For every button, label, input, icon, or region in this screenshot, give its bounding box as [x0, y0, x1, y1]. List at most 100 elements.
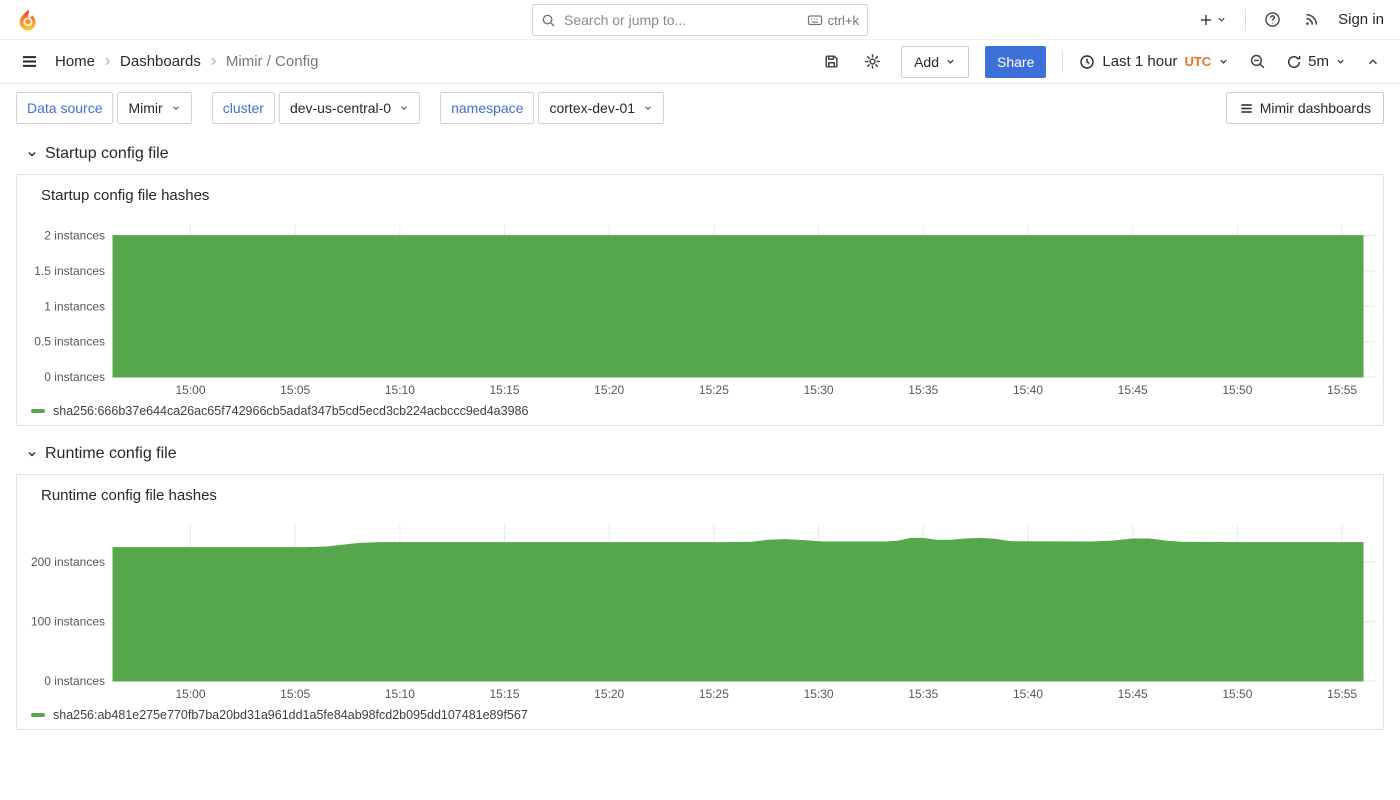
refresh-picker[interactable]: 5m	[1286, 53, 1346, 70]
datasource-value: Mimir	[128, 100, 162, 116]
keyboard-shortcut: ctrl+k	[807, 12, 859, 28]
variable-cluster: cluster dev-us-central-0	[212, 92, 420, 124]
svg-text:15:00: 15:00	[175, 383, 205, 397]
svg-text:0 instances: 0 instances	[44, 674, 105, 688]
variable-label: cluster	[212, 92, 275, 124]
cluster-select[interactable]: dev-us-central-0	[279, 92, 420, 124]
clock-icon	[1079, 54, 1095, 70]
dashboard-canvas: Startup config file Startup config file …	[0, 142, 1400, 730]
svg-text:15:20: 15:20	[594, 687, 624, 701]
save-icon[interactable]	[819, 49, 844, 74]
svg-text:15:55: 15:55	[1327, 383, 1357, 397]
svg-text:200 instances: 200 instances	[31, 555, 105, 569]
chevron-down-icon	[26, 448, 38, 460]
grafana-logo-icon[interactable]	[16, 8, 40, 32]
add-button[interactable]: Add	[901, 46, 969, 78]
svg-text:15:05: 15:05	[280, 383, 310, 397]
timeseries-chart[interactable]: 0 instances100 instances200 instances15:…	[17, 525, 1383, 705]
breadcrumb: Home Dashboards Mimir / Config	[55, 53, 318, 70]
add-button-label: Add	[914, 54, 939, 70]
row-title: Runtime config file	[45, 445, 177, 463]
chevron-down-icon	[171, 103, 181, 113]
svg-text:15:05: 15:05	[280, 687, 310, 701]
zoom-out-icon[interactable]	[1245, 49, 1270, 74]
chevron-down-icon	[1218, 56, 1229, 67]
svg-text:15:00: 15:00	[175, 687, 205, 701]
row-header-runtime-config[interactable]: Runtime config file	[16, 442, 1384, 466]
search-bar[interactable]: ctrl+k	[532, 4, 868, 36]
svg-text:15:25: 15:25	[699, 383, 729, 397]
top-nav: ctrl+k Sign in	[0, 0, 1400, 40]
svg-text:1.5 instances: 1.5 instances	[34, 264, 105, 278]
svg-text:15:10: 15:10	[385, 687, 415, 701]
divider	[1062, 51, 1063, 73]
panel-title[interactable]: Startup config file hashes	[17, 175, 1383, 211]
legend-item[interactable]: sha256:ab481e275e770fb7ba20bd31a961dd1a5…	[17, 705, 1383, 729]
variables-bar: Data source Mimir cluster dev-us-central…	[0, 84, 1400, 132]
shortcut-label: ctrl+k	[828, 13, 859, 28]
collapse-controls-button[interactable]	[1362, 51, 1384, 73]
svg-text:15:15: 15:15	[489, 383, 519, 397]
news-icon[interactable]	[1299, 7, 1324, 32]
chevron-down-icon	[26, 148, 38, 160]
time-range-label: Last 1 hour	[1102, 53, 1177, 70]
breadcrumb-home[interactable]: Home	[55, 53, 95, 70]
series-label: sha256:ab481e275e770fb7ba20bd31a961dd1a5…	[53, 708, 528, 722]
svg-text:15:20: 15:20	[594, 383, 624, 397]
row-title: Startup config file	[45, 145, 169, 163]
svg-text:0 instances: 0 instances	[44, 370, 105, 384]
chevron-down-icon	[945, 56, 956, 67]
dashboard-toolbar: Home Dashboards Mimir / Config Add Share	[0, 40, 1400, 84]
time-range-picker[interactable]: Last 1 hour UTC	[1079, 53, 1229, 70]
legend-item[interactable]: sha256:666b37e644ca26ac65f742966cb5adaf3…	[17, 401, 1383, 425]
chevron-right-icon	[101, 55, 114, 68]
breadcrumb-current: Mimir / Config	[226, 53, 319, 70]
datasource-select[interactable]: Mimir	[117, 92, 191, 124]
svg-text:15:10: 15:10	[385, 383, 415, 397]
new-button[interactable]	[1194, 8, 1231, 32]
svg-text:15:25: 15:25	[699, 687, 729, 701]
refresh-interval-label: 5m	[1308, 53, 1329, 70]
share-button[interactable]: Share	[985, 46, 1046, 78]
mimir-dashboards-label: Mimir dashboards	[1260, 100, 1371, 116]
cluster-value: dev-us-central-0	[290, 100, 391, 116]
panel-title[interactable]: Runtime config file hashes	[17, 475, 1383, 511]
chevron-right-icon	[207, 55, 220, 68]
svg-text:15:40: 15:40	[1013, 383, 1043, 397]
svg-text:15:50: 15:50	[1222, 383, 1252, 397]
list-icon	[1239, 101, 1254, 116]
row-header-startup-config[interactable]: Startup config file	[16, 142, 1384, 166]
svg-text:15:50: 15:50	[1222, 687, 1252, 701]
help-icon[interactable]	[1260, 7, 1285, 32]
svg-text:15:45: 15:45	[1118, 687, 1148, 701]
menu-icon[interactable]	[16, 48, 43, 75]
variable-namespace: namespace cortex-dev-01	[440, 92, 664, 124]
settings-icon[interactable]	[860, 49, 885, 74]
svg-text:15:35: 15:35	[908, 383, 938, 397]
svg-text:15:35: 15:35	[908, 687, 938, 701]
refresh-icon	[1286, 54, 1302, 70]
chevron-up-icon	[1366, 55, 1380, 69]
chevron-down-icon	[399, 103, 409, 113]
svg-text:15:30: 15:30	[804, 687, 834, 701]
namespace-select[interactable]: cortex-dev-01	[538, 92, 664, 124]
panel-startup-config-hashes: Startup config file hashes 0 instances0.…	[16, 174, 1384, 426]
timeseries-chart[interactable]: 0 instances0.5 instances1 instances1.5 i…	[17, 225, 1383, 401]
series-color-marker	[31, 713, 45, 717]
svg-text:15:40: 15:40	[1013, 687, 1043, 701]
svg-text:1 instances: 1 instances	[44, 299, 105, 313]
namespace-value: cortex-dev-01	[549, 100, 635, 116]
keyboard-icon	[807, 12, 823, 28]
panel-runtime-config-hashes: Runtime config file hashes 0 instances10…	[16, 474, 1384, 730]
series-label: sha256:666b37e644ca26ac65f742966cb5adaf3…	[53, 404, 528, 418]
series-color-marker	[31, 409, 45, 413]
variable-label: namespace	[440, 92, 534, 124]
timezone-label: UTC	[1184, 54, 1211, 69]
breadcrumb-dashboards[interactable]: Dashboards	[120, 53, 201, 70]
search-input[interactable]	[564, 12, 799, 28]
svg-text:15:15: 15:15	[489, 687, 519, 701]
variable-label: Data source	[16, 92, 113, 124]
mimir-dashboards-button[interactable]: Mimir dashboards	[1226, 92, 1384, 124]
sign-in-link[interactable]: Sign in	[1338, 11, 1384, 28]
divider	[1245, 9, 1246, 31]
